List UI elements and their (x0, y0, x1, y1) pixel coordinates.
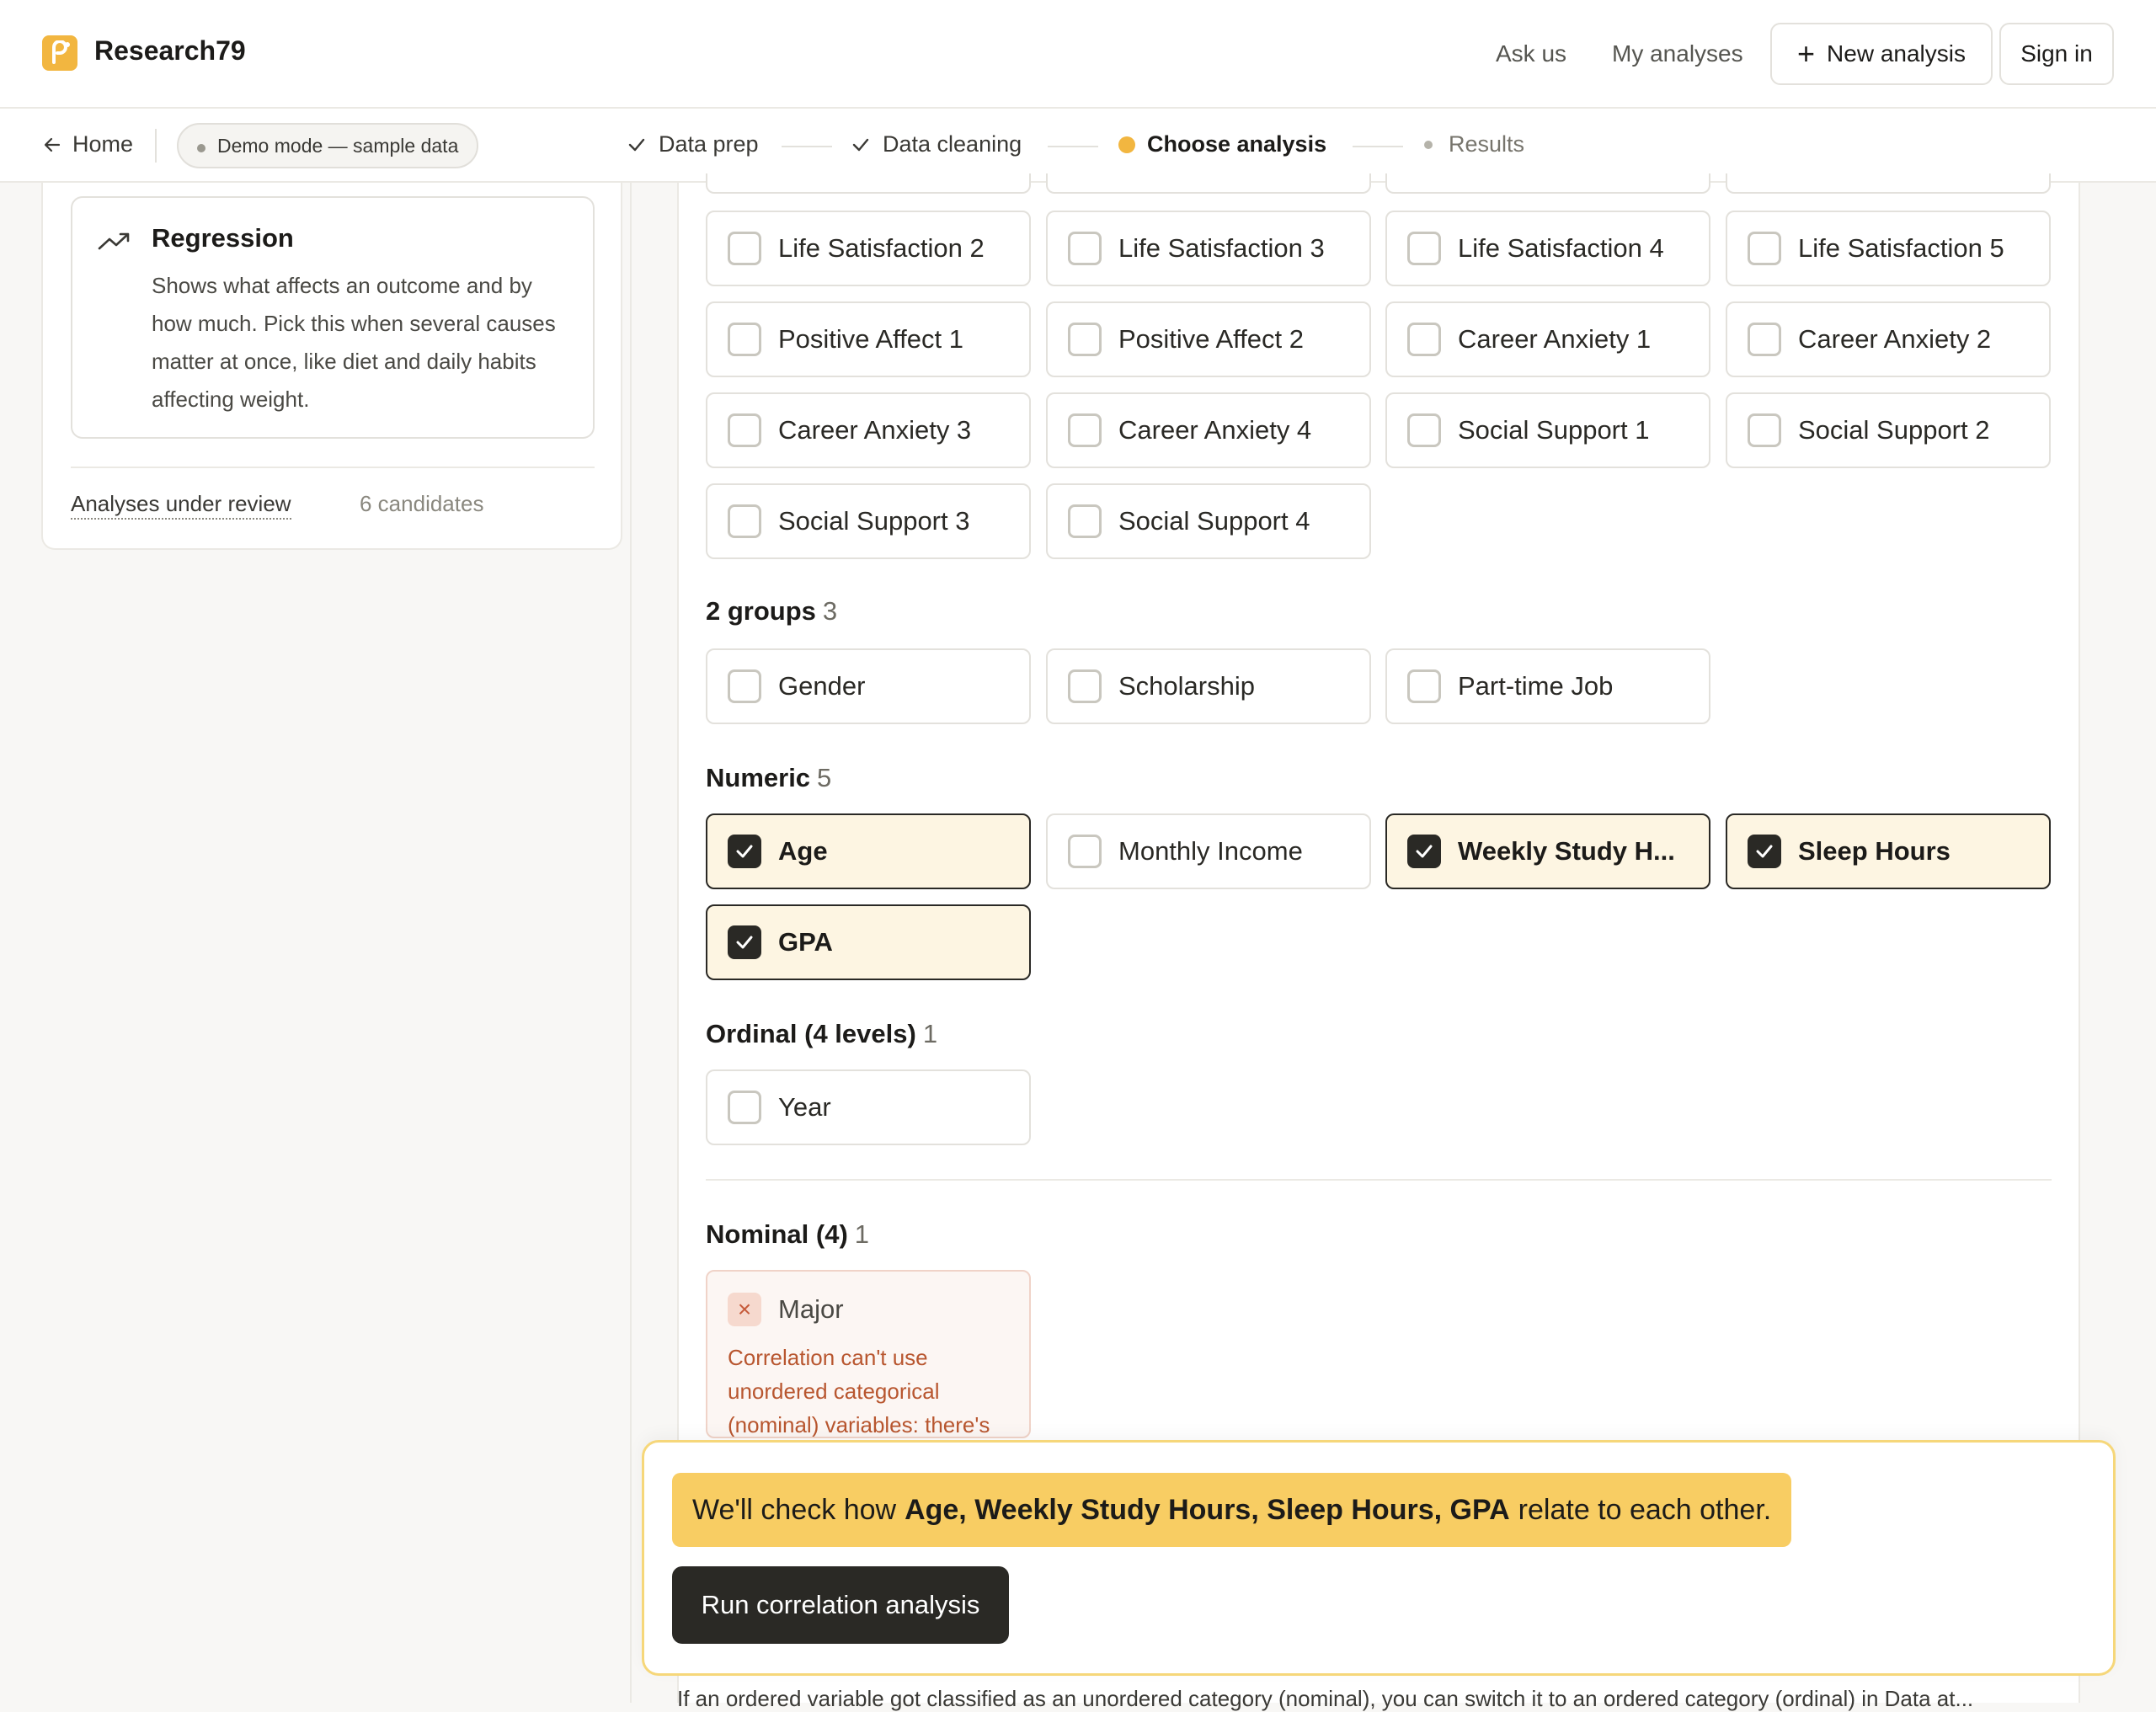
variable-chip-selected[interactable]: Sleep Hours (1726, 813, 2051, 889)
arrow-left-icon (44, 137, 61, 152)
nav-my-analyses[interactable]: My analyses (1612, 40, 1743, 67)
regression-description: Shows what affects an outcome and by how… (152, 273, 556, 412)
group-title-two-groups: 2 groups 3 (706, 596, 838, 626)
close-x-icon: × (728, 1293, 761, 1326)
divider (155, 129, 157, 163)
variable-chip[interactable]: Social Support 1 (1385, 392, 1710, 468)
regression-card[interactable]: Regression Shows what affects an outcome… (71, 196, 595, 439)
checkbox-icon (1748, 323, 1781, 356)
regression-title: Regression (152, 223, 294, 253)
checkbox-checked-icon (728, 835, 761, 868)
variable-chip[interactable]: Life Satisfaction 3 (1046, 211, 1371, 286)
checkbox-checked-icon (1748, 835, 1781, 868)
checkbox-icon (1748, 413, 1781, 447)
brand-name[interactable]: Research79 (94, 35, 246, 67)
analyses-under-review-link[interactable]: Analyses under review (71, 491, 291, 520)
checkbox-icon (728, 232, 761, 265)
checkbox-icon (728, 323, 761, 356)
variable-chip[interactable]: Social Support 2 (1726, 392, 2051, 468)
back-home-link[interactable]: Home (42, 131, 133, 157)
check-icon (628, 138, 645, 151)
variable-chip[interactable]: Life Satisfaction 2 (706, 211, 1031, 286)
checkbox-checked-icon (728, 925, 761, 959)
panel-splitter[interactable] (630, 183, 632, 1703)
variable-chip[interactable]: Life Satisfaction 4 (1385, 211, 1710, 286)
current-step-dot-icon (1118, 136, 1135, 153)
checkbox-icon (728, 504, 761, 538)
run-analysis-panel: We'll check how Age, Weekly Study Hours,… (642, 1440, 2116, 1676)
variable-chip-selected[interactable]: Weekly Study H... (1385, 813, 1710, 889)
brand-logo-icon[interactable] (42, 35, 77, 71)
variable-chip[interactable]: Scholarship (1046, 648, 1371, 724)
variable-chip[interactable]: Gender (706, 648, 1031, 724)
checkbox-icon (1068, 669, 1102, 703)
step-connector (782, 146, 832, 147)
variable-chip[interactable] (706, 173, 1031, 194)
plus-icon: + (1797, 36, 1816, 71)
group-title-nominal: Nominal (4) 1 (706, 1219, 870, 1249)
new-analysis-button[interactable]: + New analysis (1770, 23, 1993, 85)
variable-chip[interactable]: Career Anxiety 1 (1385, 301, 1710, 377)
variable-chip[interactable]: Social Support 4 (1046, 483, 1371, 559)
footer-note: If an ordered variable got classified as… (677, 1686, 1974, 1711)
checkbox-icon (728, 669, 761, 703)
variable-chip-selected[interactable]: GPA (706, 904, 1031, 980)
variable-chip[interactable]: Positive Affect 2 (1046, 301, 1371, 377)
step-connector (1353, 146, 1403, 147)
step-data-prep[interactable]: Data prep (627, 131, 759, 157)
variable-chip[interactable]: Social Support 3 (706, 483, 1031, 559)
checkbox-icon (1068, 323, 1102, 356)
checkbox-icon (1068, 504, 1102, 538)
variable-chip[interactable]: Career Anxiety 3 (706, 392, 1031, 468)
variable-chip[interactable]: Part-time Job (1385, 648, 1710, 724)
variable-chip[interactable]: Career Anxiety 4 (1046, 392, 1371, 468)
checkbox-icon (1748, 232, 1781, 265)
nav-ask-us[interactable]: Ask us (1496, 40, 1566, 67)
new-analysis-label: New analysis (1827, 40, 1966, 67)
checkbox-icon (728, 1091, 761, 1124)
group-title-ordinal: Ordinal (4 levels) 1 (706, 1019, 938, 1048)
checkbox-checked-icon (1407, 835, 1441, 868)
step-data-cleaning[interactable]: Data cleaning (851, 131, 1022, 157)
variable-chip[interactable] (1046, 173, 1371, 194)
checkbox-icon (1407, 669, 1441, 703)
group-title-numeric: Numeric 5 (706, 763, 832, 792)
step-connector (1048, 146, 1098, 147)
analysis-options-panel: Regression Shows what affects an outcome… (41, 183, 622, 550)
checkbox-icon (1407, 232, 1441, 265)
divider (71, 467, 595, 468)
checkbox-icon (1407, 413, 1441, 447)
nominal-error-message: Correlation can't use unordered categori… (728, 1345, 990, 1437)
variable-chip-disabled: × Major Correlation can't use unordered … (706, 1270, 1031, 1438)
run-correlation-button[interactable]: Run correlation analysis (672, 1566, 1009, 1644)
sign-in-button[interactable]: Sign in (1999, 23, 2114, 85)
variable-chip[interactable] (1726, 173, 2051, 194)
variable-chip-selected[interactable]: Age (706, 813, 1031, 889)
check-icon (852, 138, 869, 151)
checkbox-icon (1068, 232, 1102, 265)
progress-bar: Home Demo mode — sample data Data prep D… (0, 109, 2156, 183)
demo-mode-badge: Demo mode — sample data (177, 123, 479, 168)
step-choose-analysis[interactable]: Choose analysis (1118, 131, 1326, 157)
step-results[interactable]: Results (1420, 131, 1524, 157)
variable-chip[interactable]: Career Anxiety 2 (1726, 301, 2051, 377)
checkbox-icon (728, 413, 761, 447)
variable-chip[interactable]: Life Satisfaction 5 (1726, 211, 2051, 286)
review-count: 6 candidates (360, 491, 484, 516)
variable-chip[interactable]: Year (706, 1069, 1031, 1145)
variable-chip[interactable]: Monthly Income (1046, 813, 1371, 889)
variable-chip[interactable]: Positive Affect 1 (706, 301, 1031, 377)
trending-up-icon (98, 232, 130, 250)
checkbox-icon (1068, 835, 1102, 868)
divider (706, 1179, 2052, 1181)
top-navbar: Research79 Ask us My analyses + New anal… (0, 0, 2156, 109)
checkbox-icon (1407, 323, 1441, 356)
variable-chip[interactable] (1385, 173, 1710, 194)
status-dot-icon (197, 144, 205, 152)
selection-summary: We'll check how Age, Weekly Study Hours,… (672, 1473, 1792, 1547)
pending-step-dot-icon (1424, 140, 1433, 149)
checkbox-icon (1068, 413, 1102, 447)
